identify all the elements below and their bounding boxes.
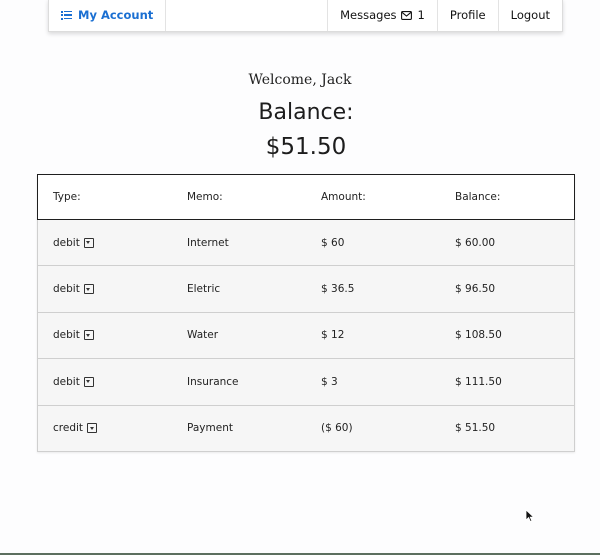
column-header-balance: Balance: <box>455 191 501 203</box>
transactions-table: Type: Memo: Amount: Balance: debit Inter… <box>37 174 575 452</box>
type-value: debit <box>53 329 80 342</box>
balance-heading: Balance: <box>258 100 354 125</box>
memo-cell: Payment <box>187 422 233 435</box>
dropdown-toggle-icon[interactable] <box>83 376 94 387</box>
my-account-link[interactable]: My Account <box>49 0 167 31</box>
logout-link[interactable]: Logout <box>497 0 562 31</box>
balance-cell: $ 60.00 <box>455 236 496 249</box>
amount-cell: $ 3 <box>321 375 338 388</box>
memo-cell: Water <box>187 329 219 342</box>
table-row: credit Payment ($ 60) $ 51.50 <box>37 405 575 452</box>
top-navbar: My Account Messages 1 Profile Logout <box>48 0 563 32</box>
amount-cell: $ 60 <box>321 236 345 249</box>
column-header-type: Type: <box>53 191 81 203</box>
messages-count-badge: 1 <box>417 8 425 22</box>
table-header-row: Type: Memo: Amount: Balance: <box>37 174 575 220</box>
balance-cell: $ 96.50 <box>455 283 496 296</box>
type-cell: debit <box>38 237 173 249</box>
profile-label: Profile <box>449 8 486 22</box>
list-icon <box>61 10 72 20</box>
welcome-message: Welcome, Jack <box>248 72 352 88</box>
amount-cell: $ 36.5 <box>321 283 355 296</box>
amount-cell: ($ 60) <box>321 422 353 435</box>
messages-label: Messages <box>340 8 397 22</box>
dropdown-toggle-icon[interactable] <box>83 284 94 295</box>
type-value: debit <box>53 283 80 296</box>
memo-cell: Internet <box>187 236 229 249</box>
balance-cell: $ 108.50 <box>455 329 502 342</box>
column-header-amount: Amount: <box>321 191 366 203</box>
table-row: debit Water $ 12 $ 108.50 <box>37 312 575 360</box>
type-cell: credit <box>38 422 173 434</box>
amount-cell: $ 12 <box>321 329 345 342</box>
type-cell: debit <box>38 376 173 388</box>
type-cell: debit <box>38 329 173 341</box>
my-account-label: My Account <box>78 8 154 22</box>
table-row: debit Internet $ 60 $ 60.00 <box>37 220 575 267</box>
table-row: debit Eletric $ 36.5 $ 96.50 <box>37 266 575 313</box>
profile-link[interactable]: Profile <box>436 0 498 31</box>
navbar-spacer <box>166 0 327 31</box>
balance-cell: $ 111.50 <box>455 375 502 388</box>
type-cell: debit <box>38 283 173 295</box>
mouse-pointer-icon <box>525 509 535 523</box>
balance-cell: $ 51.50 <box>455 422 496 435</box>
envelope-icon <box>400 10 412 20</box>
type-value: credit <box>53 422 84 435</box>
logout-label: Logout <box>510 8 550 22</box>
memo-cell: Insurance <box>187 375 239 388</box>
dropdown-toggle-icon[interactable] <box>87 423 98 434</box>
balance-amount: $51.50 <box>265 134 347 160</box>
table-row: debit Insurance $ 3 $ 111.50 <box>37 359 575 406</box>
column-header-memo: Memo: <box>187 191 223 203</box>
dropdown-toggle-icon[interactable] <box>83 330 94 341</box>
dropdown-toggle-icon[interactable] <box>83 237 94 248</box>
type-value: debit <box>53 375 80 388</box>
type-value: debit <box>53 236 80 249</box>
memo-cell: Eletric <box>187 283 221 296</box>
messages-link[interactable]: Messages 1 <box>327 0 437 31</box>
